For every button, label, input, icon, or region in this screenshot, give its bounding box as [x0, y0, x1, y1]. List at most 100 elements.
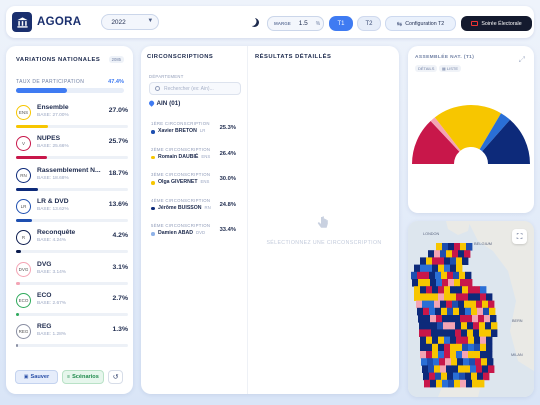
map-constituency[interactable]	[482, 300, 489, 309]
map-constituency[interactable]	[466, 279, 473, 287]
party-row[interactable]: ECO ECO BASE: 2.67% 2.7%	[16, 291, 128, 321]
map-constituency[interactable]	[432, 351, 439, 359]
map-constituency[interactable]	[466, 315, 473, 323]
map-constituency[interactable]	[418, 279, 425, 287]
map-constituency[interactable]	[433, 358, 440, 366]
year-select[interactable]: 2022 ▼	[101, 14, 160, 30]
map-constituency[interactable]	[465, 307, 472, 316]
map-constituency[interactable]	[459, 271, 466, 280]
map-constituency[interactable]	[432, 293, 439, 301]
map-constituency[interactable]	[418, 315, 425, 323]
map-constituency[interactable]	[478, 379, 485, 388]
map-constituency[interactable]	[426, 293, 433, 301]
map-constituency[interactable]	[417, 307, 424, 316]
map-constituency[interactable]	[453, 307, 460, 316]
map-constituency[interactable]	[436, 379, 443, 388]
map-constituency[interactable]	[446, 250, 453, 258]
map-constituency[interactable]	[489, 307, 496, 316]
map-constituency[interactable]	[456, 257, 463, 265]
map-constituency[interactable]	[440, 250, 447, 258]
scenarios-button[interactable]: ≡ Scénarios	[62, 370, 104, 384]
map-constituency[interactable]	[479, 329, 486, 337]
map-constituency[interactable]	[456, 343, 463, 352]
party-row[interactable]: ENS Ensemble BASE: 27.00% 27.0%	[16, 103, 128, 133]
map-constituency[interactable]	[446, 365, 453, 373]
election-night-button[interactable]: Soirée Électorale	[461, 16, 532, 31]
map-constituency[interactable]	[447, 271, 454, 280]
map-constituency[interactable]	[426, 336, 433, 345]
map-constituency[interactable]	[483, 372, 490, 381]
map-constituency[interactable]	[414, 293, 421, 301]
map-constituency[interactable]	[426, 257, 433, 265]
map-constituency[interactable]	[424, 315, 431, 323]
map-constituency[interactable]	[432, 286, 439, 294]
map-constituency[interactable]	[435, 307, 442, 316]
map-constituency[interactable]	[428, 300, 435, 309]
map-constituency[interactable]	[454, 315, 461, 323]
map-constituency[interactable]	[442, 379, 449, 388]
map-constituency[interactable]	[423, 271, 430, 280]
map-constituency[interactable]	[487, 358, 494, 366]
map-constituency[interactable]	[471, 307, 478, 316]
map-constituency[interactable]	[420, 286, 427, 294]
map-constituency[interactable]	[432, 343, 439, 352]
save-button[interactable]: ▣ Sauver	[15, 370, 58, 384]
map-constituency[interactable]	[449, 322, 456, 330]
map-constituency[interactable]	[456, 351, 463, 359]
map-constituency[interactable]	[452, 365, 459, 373]
map-constituency[interactable]	[411, 271, 418, 280]
map-constituency[interactable]	[429, 307, 436, 316]
map-constituency[interactable]	[434, 250, 441, 258]
map-constituency[interactable]	[423, 307, 430, 316]
party-row[interactable]: RN Rassemblement N... BASE: 18.68% 18.7%	[16, 166, 128, 196]
map-constituency[interactable]	[485, 322, 492, 330]
map-constituency[interactable]	[464, 365, 471, 373]
map-constituency[interactable]	[431, 322, 438, 330]
map-constituency[interactable]	[470, 300, 477, 309]
map-constituency[interactable]	[438, 257, 445, 265]
map-constituency[interactable]	[468, 336, 475, 345]
tab-details[interactable]: DÉTAILS	[415, 65, 438, 72]
party-slider[interactable]	[16, 281, 128, 285]
map-constituency[interactable]	[450, 293, 457, 301]
map-constituency[interactable]	[467, 322, 474, 330]
map-constituency[interactable]	[474, 343, 481, 352]
map-constituency[interactable]	[490, 315, 497, 323]
map-constituency[interactable]	[488, 365, 495, 373]
map-constituency[interactable]	[454, 379, 461, 388]
map-constituency[interactable]	[473, 322, 480, 330]
party-row[interactable]: V NUPES BASE: 25.66% 25.7%	[16, 134, 128, 164]
map-constituency[interactable]	[450, 351, 457, 359]
map-constituency[interactable]	[473, 329, 480, 337]
map-constituency[interactable]	[458, 365, 465, 373]
config-t2-button[interactable]: ⇆ Configuration T2	[385, 16, 456, 31]
map-constituency[interactable]	[462, 257, 469, 265]
map-constituency[interactable]	[471, 372, 478, 381]
map-constituency[interactable]	[424, 279, 431, 287]
map-constituency[interactable]	[450, 264, 457, 273]
map-constituency[interactable]	[442, 243, 449, 251]
map-constituency[interactable]	[420, 257, 427, 265]
map-constituency[interactable]	[447, 307, 454, 316]
map-constituency[interactable]	[480, 286, 487, 294]
round-2-button[interactable]: T2	[357, 16, 381, 31]
map-constituency[interactable]	[456, 293, 463, 301]
map-constituency[interactable]	[444, 293, 451, 301]
map-constituency[interactable]	[426, 264, 433, 273]
map-constituency[interactable]	[486, 336, 493, 345]
map-constituency[interactable]	[424, 379, 431, 388]
map-constituency[interactable]	[480, 293, 487, 301]
map-constituency[interactable]	[428, 365, 435, 373]
map-constituency[interactable]	[462, 293, 469, 301]
map-constituency[interactable]	[438, 343, 445, 352]
map-constituency[interactable]	[441, 307, 448, 316]
party-slider[interactable]	[16, 344, 128, 348]
map-constituency[interactable]	[450, 286, 457, 294]
party-row[interactable]: DVG DVG BASE: 3.14% 3.1%	[16, 260, 128, 290]
map-constituency[interactable]	[480, 336, 487, 345]
map-constituency[interactable]	[474, 336, 481, 345]
map-constituency[interactable]	[458, 250, 465, 258]
map-constituency[interactable]	[448, 315, 455, 323]
map-constituency[interactable]	[448, 279, 455, 287]
map-constituency[interactable]	[428, 250, 435, 258]
